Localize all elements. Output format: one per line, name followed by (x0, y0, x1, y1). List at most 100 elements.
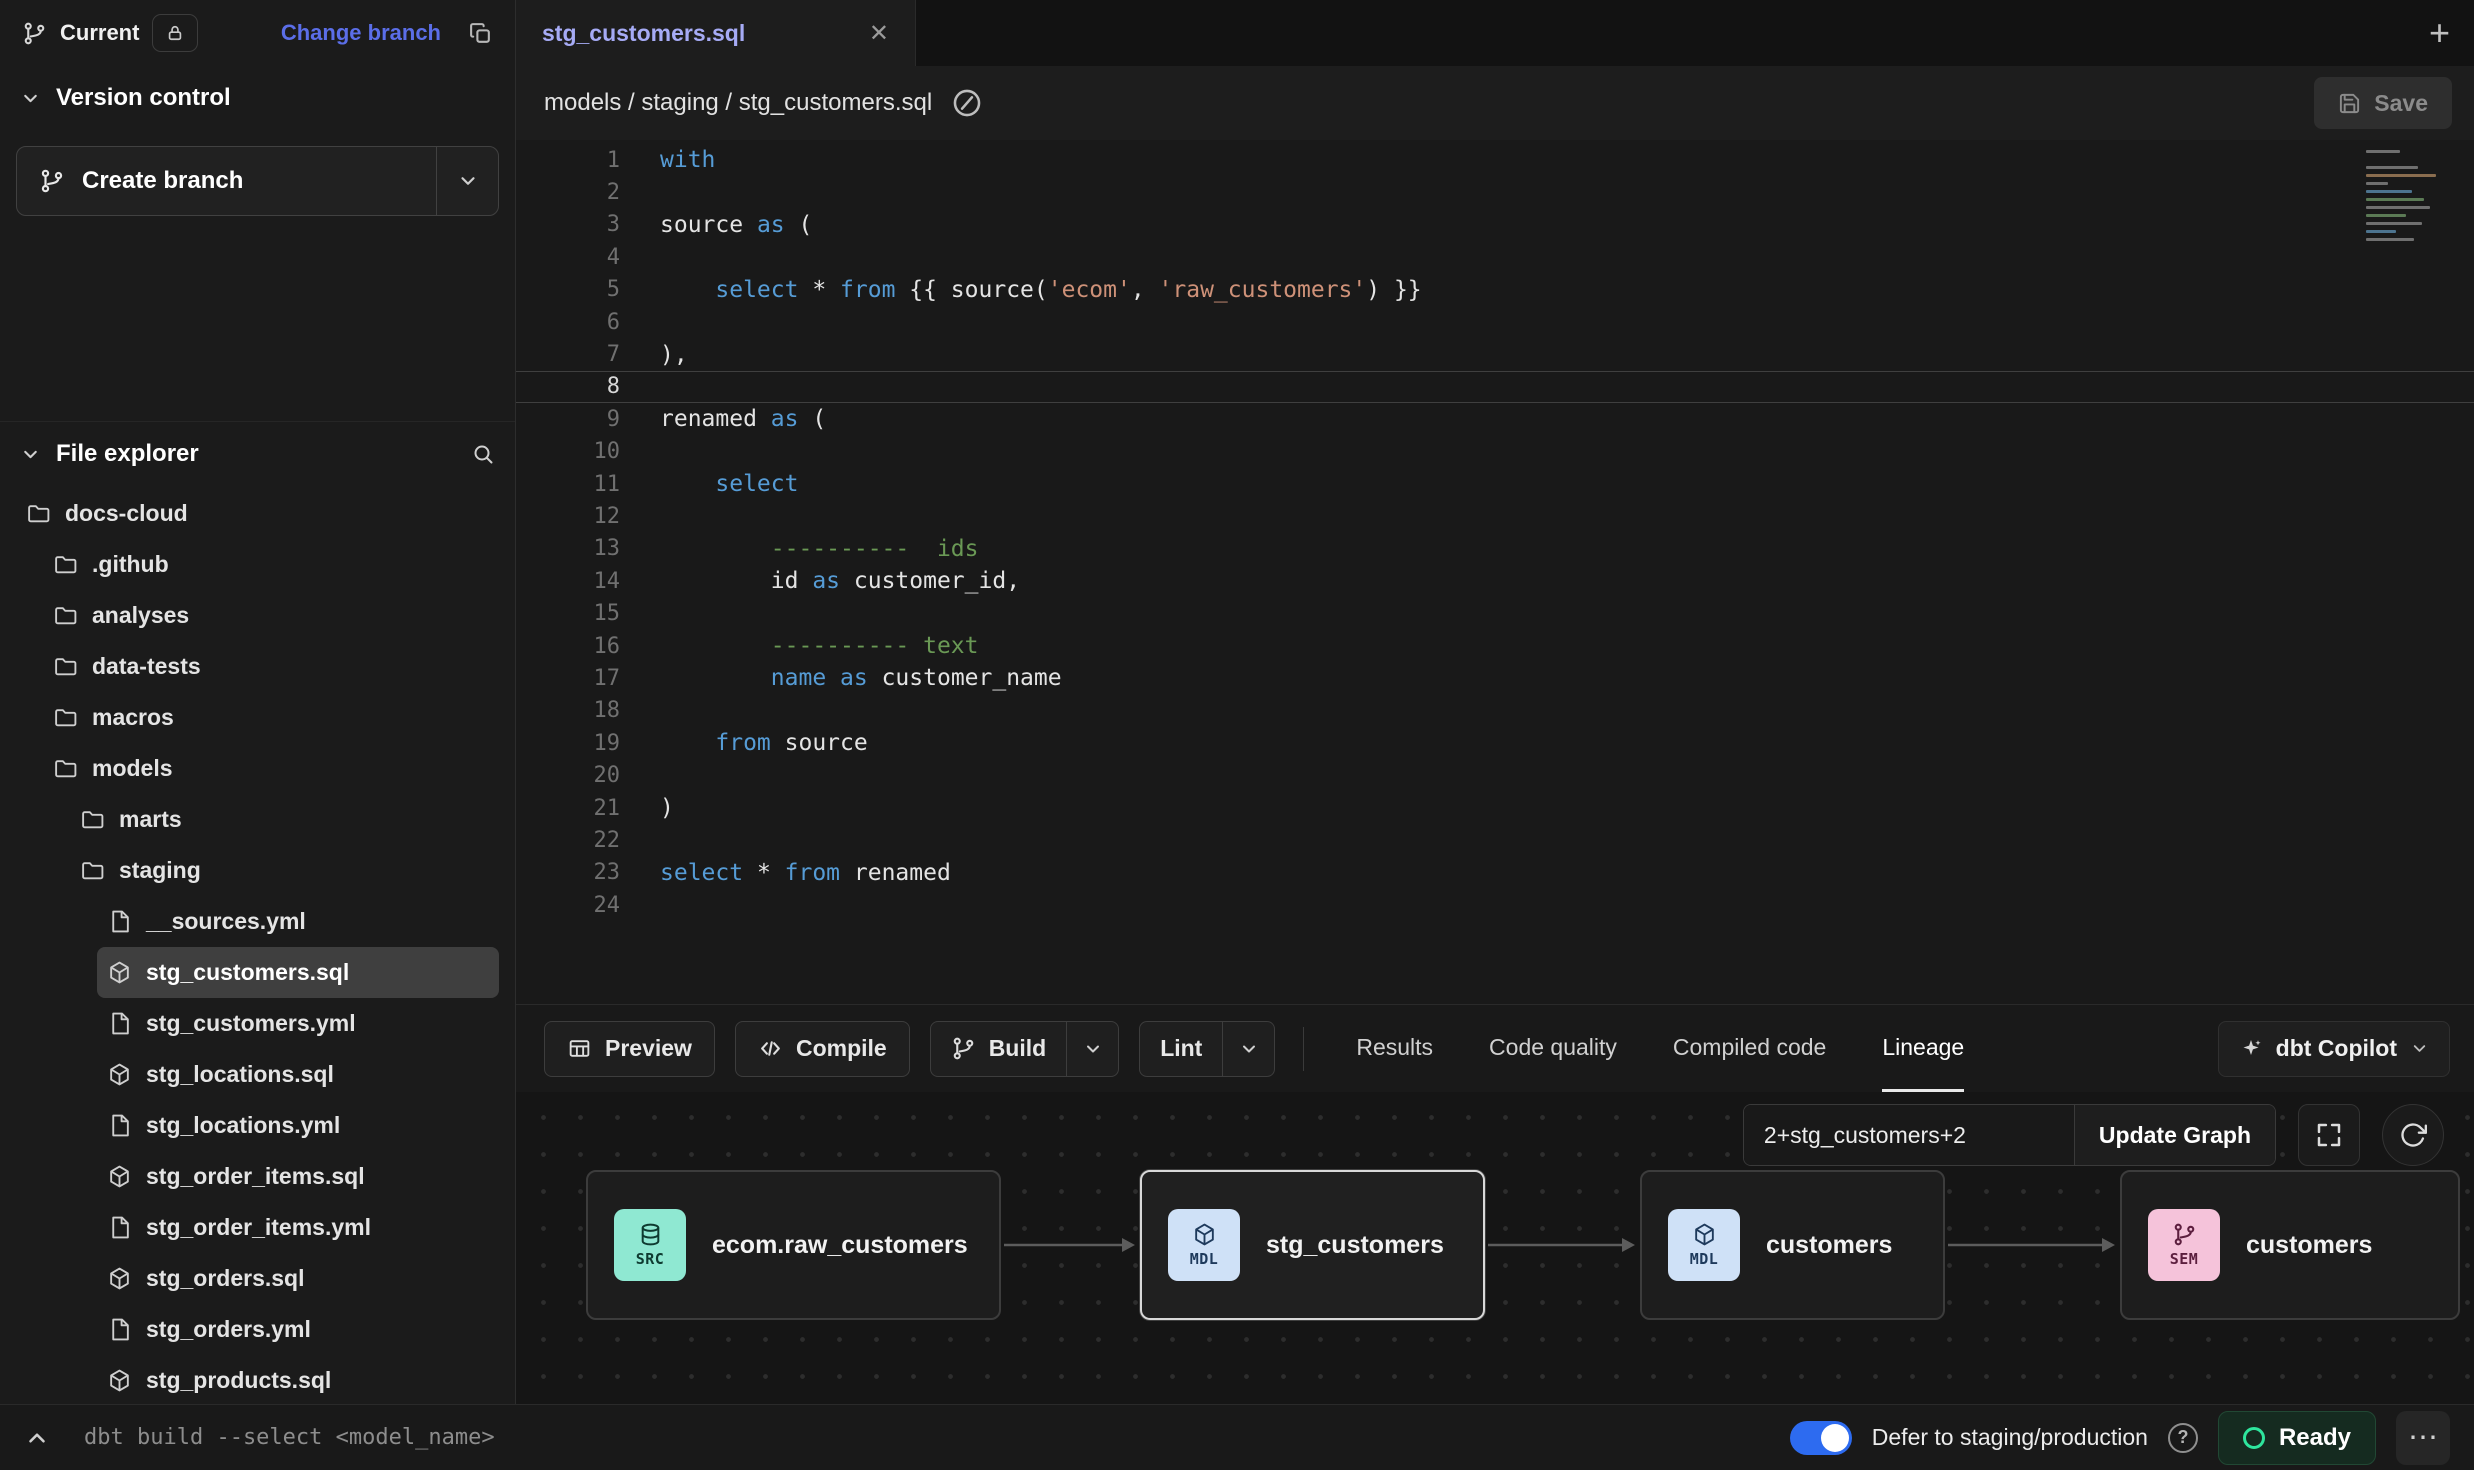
code-line[interactable]: 12 (516, 500, 2474, 532)
breadcrumb-row: models / staging / stg_customers.sql Sav… (516, 66, 2474, 140)
lineage-node-customers[interactable]: SEMcustomers (2120, 1170, 2460, 1320)
lint-button[interactable]: Lint (1140, 1022, 1222, 1076)
tree-item-models[interactable]: models (43, 743, 499, 794)
code-line[interactable]: 15 (516, 597, 2474, 629)
code-line[interactable]: 2 (516, 176, 2474, 208)
code-line[interactable]: 14 id as customer_id, (516, 565, 2474, 597)
tree-item-stg-locations-sql[interactable]: stg_locations.sql (97, 1049, 499, 1100)
tree-item--sources-yml[interactable]: __sources.yml (97, 896, 499, 947)
version-control-header[interactable]: Version control (0, 66, 515, 130)
tree-item-stg-customers-yml[interactable]: stg_customers.yml (97, 998, 499, 1049)
tree-item-stg-order-items-sql[interactable]: stg_order_items.sql (97, 1151, 499, 1202)
build-dropdown[interactable] (1066, 1022, 1118, 1076)
panel-tab-lineage[interactable]: Lineage (1882, 1005, 1964, 1092)
panel-tab-code-quality[interactable]: Code quality (1489, 1005, 1617, 1092)
code-line[interactable]: 3source as ( (516, 209, 2474, 241)
chevron-up-icon[interactable] (24, 1425, 50, 1451)
code-line[interactable]: 6 (516, 306, 2474, 338)
code-line[interactable]: 19 from source (516, 727, 2474, 759)
copy-icon[interactable] (468, 21, 493, 46)
node-label: customers (1766, 1231, 1892, 1260)
save-button[interactable]: Save (2314, 77, 2452, 129)
code-text: select * from {{ source('ecom', 'raw_cus… (620, 277, 1422, 303)
close-icon[interactable]: ✕ (869, 19, 889, 48)
search-icon[interactable] (471, 442, 495, 466)
tree-item-staging[interactable]: staging (70, 845, 499, 896)
code-line[interactable]: 16 ---------- text (516, 630, 2474, 662)
tree-item-stg-order-items-yml[interactable]: stg_order_items.yml (97, 1202, 499, 1253)
cube-icon (107, 1266, 132, 1291)
code-editor[interactable]: 1with23source as (45 select * from {{ so… (516, 140, 2474, 1004)
panel-tab-results[interactable]: Results (1356, 1005, 1433, 1092)
tree-item-macros[interactable]: macros (43, 692, 499, 743)
code-line[interactable]: 10 (516, 436, 2474, 468)
file-explorer-header[interactable]: File explorer (0, 422, 515, 486)
lineage-filter: Update Graph (1743, 1104, 2276, 1166)
code-line[interactable]: 5 select * from {{ source('ecom', 'raw_c… (516, 274, 2474, 306)
current-branch-button[interactable]: Current (22, 20, 139, 46)
code-line[interactable]: 20 (516, 759, 2474, 791)
lineage-node-stg-customers[interactable]: MDLstg_customers (1140, 1170, 1485, 1320)
ready-status-badge[interactable]: Ready (2218, 1411, 2376, 1465)
panel-tab-compiled-code[interactable]: Compiled code (1673, 1005, 1826, 1092)
file-explorer-section: File explorer docs-cloud.githubanalysesd… (0, 422, 515, 1404)
compile-button[interactable]: Compile (735, 1021, 910, 1077)
code-line[interactable]: 11 select (516, 468, 2474, 500)
tree-item-data-tests[interactable]: data-tests (43, 641, 499, 692)
code-line[interactable]: 22 (516, 824, 2474, 856)
defer-label: Defer to staging/production (1872, 1424, 2148, 1451)
tree-item-stg-orders-sql[interactable]: stg_orders.sql (97, 1253, 499, 1304)
lineage-node-customers[interactable]: MDLcustomers (1640, 1170, 1945, 1320)
tree-item-stg-customers-sql[interactable]: stg_customers.sql (97, 947, 499, 998)
build-button[interactable]: Build (931, 1022, 1067, 1076)
line-number: 11 (516, 472, 620, 497)
code-line[interactable]: 1with (516, 144, 2474, 176)
tree-item-analyses[interactable]: analyses (43, 590, 499, 641)
tree-item-marts[interactable]: marts (70, 794, 499, 845)
help-icon[interactable]: ? (2168, 1423, 2198, 1453)
defer-toggle[interactable] (1790, 1421, 1852, 1455)
code-line[interactable]: 23select * from renamed (516, 857, 2474, 889)
refresh-button[interactable] (2382, 1104, 2444, 1166)
code-text: with (620, 147, 715, 173)
dbt-copilot-button[interactable]: dbt Copilot (2218, 1021, 2450, 1077)
chevron-down-icon (1239, 1039, 1259, 1059)
code-text: source as ( (620, 212, 812, 238)
create-branch-button[interactable]: Create branch (17, 147, 436, 215)
code-text: select * from renamed (620, 860, 951, 886)
file-explorer-title: File explorer (56, 440, 199, 468)
branch-badge-icon: SEM (2148, 1209, 2220, 1281)
tree-item--github[interactable]: .github (43, 539, 499, 590)
file-icon (107, 1113, 132, 1138)
code-line[interactable]: 9renamed as ( (516, 403, 2474, 435)
preview-button[interactable]: Preview (544, 1021, 715, 1077)
tab-stg-customers-sql[interactable]: stg_customers.sql ✕ (516, 0, 916, 66)
new-tab-button[interactable]: + (2429, 15, 2450, 51)
minimap[interactable] (2366, 150, 2458, 241)
line-number: 3 (516, 212, 620, 237)
fullscreen-button[interactable] (2298, 1104, 2360, 1166)
lineage-node-ecom-raw-customers[interactable]: SRCecom.raw_customers (586, 1170, 1001, 1320)
code-line[interactable]: 18 (516, 695, 2474, 727)
tree-item-stg-locations-yml[interactable]: stg_locations.yml (97, 1100, 499, 1151)
git-branch-icon (22, 21, 47, 46)
code-line[interactable]: 13 ---------- ids (516, 533, 2474, 565)
lineage-panel[interactable]: SRCecom.raw_customers MDLstg_customers MDL… (516, 1092, 2474, 1404)
cube-icon (107, 1368, 132, 1393)
update-graph-button[interactable]: Update Graph (2074, 1105, 2275, 1165)
code-line[interactable]: 17 name as customer_name (516, 662, 2474, 694)
more-options-button[interactable]: ⋯ (2396, 1411, 2450, 1465)
change-branch-link[interactable]: Change branch (281, 20, 441, 46)
tree-item-stg-orders-yml[interactable]: stg_orders.yml (97, 1304, 499, 1355)
code-line[interactable]: 21) (516, 792, 2474, 824)
lineage-selector-input[interactable] (1744, 1105, 2074, 1165)
code-line[interactable]: 4 (516, 241, 2474, 273)
tree-item-stg-products-sql[interactable]: stg_products.sql (97, 1355, 499, 1404)
lint-dropdown[interactable] (1222, 1022, 1274, 1076)
tree-item-docs-cloud[interactable]: docs-cloud (16, 488, 499, 539)
code-line[interactable]: 7), (516, 338, 2474, 370)
code-line[interactable]: 8 (516, 371, 2474, 403)
code-line[interactable]: 24 (516, 889, 2474, 921)
dbt-command-input[interactable] (84, 1425, 844, 1450)
create-branch-dropdown[interactable] (436, 147, 498, 215)
